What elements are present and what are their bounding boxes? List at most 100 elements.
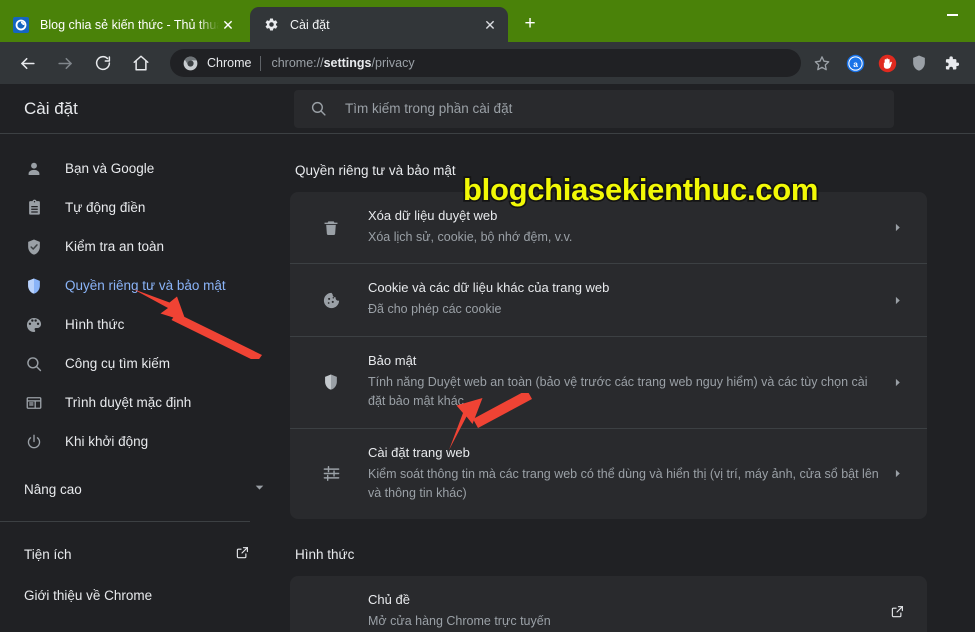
sidebar-item-about-chrome[interactable]: Giới thiệu về Chrome — [0, 575, 290, 616]
sidebar-item-appearance[interactable]: Hình thức — [0, 305, 290, 344]
adblock-extension-icon[interactable]: a — [842, 50, 868, 76]
omnibox-divider — [260, 55, 262, 71]
close-icon[interactable]: ✕ — [481, 16, 499, 34]
row-themes[interactable]: Chủ đề Mở cửa hàng Chrome trực tuyến — [290, 576, 927, 632]
omnibox-scheme-label: Chrome — [207, 56, 252, 70]
sidebar-item-label: Tiện ích — [24, 547, 72, 562]
shield-extension-icon[interactable] — [906, 50, 932, 76]
settings-page: Cài đặt Bạn và Google — [0, 84, 975, 632]
sidebar-item-label: Bạn và Google — [65, 161, 155, 176]
search-input[interactable] — [345, 101, 878, 116]
external-link-icon — [235, 545, 250, 565]
reload-icon — [95, 55, 111, 71]
section-heading-appearance: Hình thức — [295, 547, 355, 563]
power-icon — [24, 432, 44, 452]
svg-text:a: a — [853, 58, 858, 68]
sidebar-item-label: Hình thức — [65, 317, 125, 332]
row-subtitle: Đã cho phép các cookie — [368, 302, 502, 317]
arrow-left-icon — [20, 57, 35, 69]
row-title: Bảo mật — [368, 352, 417, 368]
puzzle-glyph-icon — [945, 56, 960, 70]
row-cookies-and-site-data[interactable]: Cookie và các dữ liệu khác của trang web… — [290, 263, 927, 335]
sidebar-item-label: Tự động điền — [65, 200, 146, 215]
minimize-button[interactable] — [930, 0, 975, 30]
tab-title: Cài đặt — [290, 17, 330, 32]
sidebar-item-search-engine[interactable]: Công cụ tìm kiếm — [0, 344, 290, 383]
sidebar-item-safety-check[interactable]: Kiểm tra an toàn — [0, 227, 290, 266]
bookmark-star-button[interactable] — [809, 50, 835, 76]
row-text: Cookie và các dữ liệu khác của trang web… — [368, 280, 887, 319]
sidebar-item-you-and-google[interactable]: Bạn và Google — [0, 149, 290, 188]
sidebar-item-default-browser[interactable]: Trình duyệt mặc định — [0, 383, 290, 422]
address-bar[interactable]: Chrome chrome://settings/privacy — [170, 49, 801, 77]
sidebar-item-autofill[interactable]: Tự động điền — [0, 188, 290, 227]
row-clear-browsing-data[interactable]: Xóa dữ liệu duyệt web Xóa lịch sử, cooki… — [290, 192, 927, 263]
settings-header: Cài đặt — [0, 84, 975, 134]
shield-icon — [24, 276, 44, 296]
url-bold: settings — [323, 56, 372, 70]
chevron-right-icon[interactable] — [887, 295, 907, 306]
tab-title: Blog chia sẻ kiến thức - Thủ thuật — [40, 17, 219, 32]
browser-tab-settings[interactable]: Cài đặt ✕ — [250, 7, 508, 42]
settings-search-box[interactable] — [294, 89, 894, 128]
row-title: Cookie và các dữ liệu khác của trang web — [368, 280, 610, 296]
reload-button[interactable] — [88, 48, 118, 78]
back-button[interactable] — [12, 48, 42, 78]
external-link-icon[interactable] — [887, 604, 907, 619]
row-subtitle: Mở cửa hàng Chrome trực tuyến — [368, 614, 551, 629]
url-prefix: chrome:// — [271, 56, 324, 70]
sidebar-item-label: Khi khởi động — [65, 434, 149, 449]
browser-window-icon — [24, 393, 44, 413]
adblock-glyph-icon: a — [846, 54, 864, 72]
row-security[interactable]: Bảo mật Tính năng Duyệt web an toàn (bảo… — [290, 335, 927, 428]
sidebar-divider — [0, 521, 250, 522]
minimize-icon — [947, 14, 958, 16]
settings-content: Quyền riêng tư và bảo mật Xóa dữ liệu du… — [290, 135, 975, 632]
puzzle-extensions-icon[interactable] — [938, 50, 964, 76]
settings-sidebar: Bạn và Google Tự động điền Kiểm tra an t… — [0, 135, 290, 632]
tab-strip: Blog chia sẻ kiến thức - Thủ thuật ✕ Cài… — [0, 0, 975, 42]
section-heading-privacy: Quyền riêng tư và bảo mật — [295, 163, 456, 178]
trash-icon — [320, 217, 342, 239]
browser-toolbar: Chrome chrome://settings/privacy a — [0, 42, 975, 84]
row-title: Cài đặt trang web — [368, 444, 470, 460]
chevron-right-icon[interactable] — [887, 377, 907, 388]
row-title: Chủ đề — [368, 592, 410, 608]
stop-hand-extension-icon[interactable] — [874, 50, 900, 76]
sidebar-item-label: Quyền riêng tư và bảo mật — [65, 278, 226, 293]
row-title: Xóa dữ liệu duyệt web — [368, 208, 498, 223]
star-icon — [814, 56, 830, 71]
appearance-settings-card: Chủ đề Mở cửa hàng Chrome trực tuyến — [290, 576, 927, 632]
cookie-icon — [320, 289, 342, 311]
close-icon[interactable]: ✕ — [219, 16, 237, 34]
url-suffix: /privacy — [371, 56, 415, 70]
search-icon — [24, 354, 44, 374]
sidebar-item-privacy-and-security[interactable]: Quyền riêng tư và bảo mật — [0, 266, 290, 305]
home-button[interactable] — [126, 48, 156, 78]
row-text: Xóa dữ liệu duyệt web Xóa lịch sử, cooki… — [368, 208, 887, 247]
shield-icon — [320, 371, 342, 393]
shield-glyph-icon — [913, 55, 925, 71]
search-icon — [310, 100, 327, 117]
sidebar-advanced-label: Nâng cao — [24, 482, 82, 497]
sidebar-item-on-startup[interactable]: Khi khởi động — [0, 422, 290, 461]
browser-tab-blog[interactable]: Blog chia sẻ kiến thức - Thủ thuật ✕ — [0, 7, 246, 42]
new-tab-button[interactable]: + — [515, 9, 545, 39]
chevron-right-icon[interactable] — [887, 468, 907, 479]
row-text: Chủ đề Mở cửa hàng Chrome trực tuyến — [368, 592, 887, 631]
forward-button[interactable] — [50, 48, 80, 78]
gear-icon — [263, 17, 279, 33]
sidebar-item-extensions[interactable]: Tiện ích — [0, 534, 290, 575]
omnibox-url: chrome://settings/privacy — [271, 56, 414, 70]
row-text: Bảo mật Tính năng Duyệt web an toàn (bảo… — [368, 353, 887, 412]
stop-hand-glyph-icon — [878, 54, 896, 72]
chrome-icon — [182, 55, 198, 71]
sidebar-item-label: Giới thiệu về Chrome — [24, 588, 153, 603]
sidebar-advanced-toggle[interactable]: Nâng cao — [0, 470, 290, 509]
row-site-settings[interactable]: Cài đặt trang web Kiểm soát thông tin mà… — [290, 427, 927, 520]
chevron-right-icon[interactable] — [887, 222, 907, 233]
theme-placeholder-icon — [320, 601, 342, 623]
sidebar-item-label: Kiểm tra an toàn — [65, 239, 165, 254]
chevron-down-icon — [253, 481, 266, 499]
blog-favicon — [13, 16, 29, 33]
